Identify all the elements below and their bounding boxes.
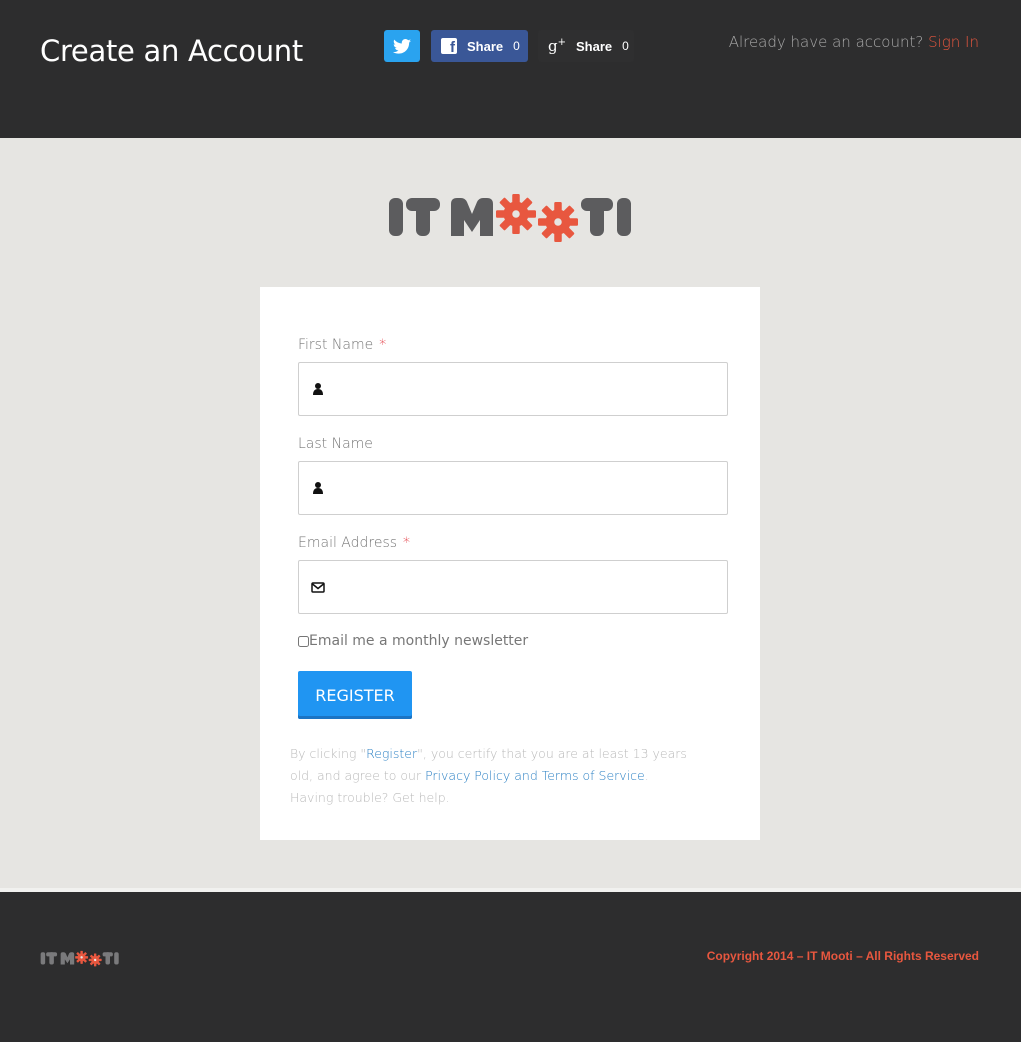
terms-disclaimer: By clicking "Register", you certify that… xyxy=(290,743,690,809)
newsletter-label: Email me a monthly newsletter xyxy=(309,633,529,649)
first-name-field[interactable] xyxy=(298,362,728,416)
facebook-share-count: 0 xyxy=(513,39,520,53)
first-name-label: First Name * xyxy=(298,337,386,353)
first-name-input[interactable] xyxy=(325,363,727,415)
page-footer: Copyright 2014 – IT Mooti – All Rights R… xyxy=(0,892,1021,1042)
newsletter-checkbox[interactable] xyxy=(298,635,309,647)
footer-logo xyxy=(40,950,119,967)
facebook-icon: f xyxy=(441,38,457,56)
google-plus-share-button[interactable]: g+ Share 0 xyxy=(538,30,634,62)
copyright-text: Copyright 2014 – IT Mooti – All Rights R… xyxy=(706,949,979,963)
google-plus-share-label: Share xyxy=(576,38,613,54)
registration-form: First Name * Last Name Email Address * Ema… xyxy=(260,287,760,840)
email-field[interactable] xyxy=(298,560,728,614)
it-mooti-logo xyxy=(389,194,631,242)
disclaimer-text-1: By clicking " xyxy=(290,746,367,761)
google-plus-share-count: 0 xyxy=(622,39,629,53)
user-icon xyxy=(313,482,323,494)
newsletter-option[interactable]: Email me a monthly newsletter xyxy=(298,633,528,649)
email-label-text: Email Address xyxy=(298,535,398,551)
required-mark: * xyxy=(379,337,387,353)
top-header: Create an Account f Share 0 g+ Share 0 A… xyxy=(0,0,1021,138)
last-name-label: Last Name xyxy=(298,436,373,452)
facebook-share-button[interactable]: f Share 0 xyxy=(431,30,528,62)
google-plus-icon: g+ xyxy=(548,37,566,55)
last-name-label-text: Last Name xyxy=(298,436,373,452)
email-input[interactable] xyxy=(325,561,727,613)
last-name-field[interactable] xyxy=(298,461,728,515)
register-button[interactable]: REGISTER xyxy=(298,671,412,719)
envelope-icon xyxy=(311,582,325,593)
page-title: Create an Account xyxy=(40,34,303,68)
signin-prompt: Already have an account? Sign In xyxy=(729,33,979,51)
facebook-share-label: Share xyxy=(467,38,504,54)
twitter-icon xyxy=(393,38,411,54)
signin-prompt-text: Already have an account? xyxy=(728,33,924,51)
twitter-share-button[interactable] xyxy=(384,30,420,62)
required-mark: * xyxy=(403,535,411,551)
last-name-input[interactable] xyxy=(325,462,727,514)
email-label: Email Address * xyxy=(298,535,410,551)
first-name-label-text: First Name xyxy=(298,337,374,353)
privacy-policy-link[interactable]: Privacy Policy and Terms of Service xyxy=(425,768,645,783)
register-link[interactable]: Register xyxy=(366,746,417,761)
signin-link[interactable]: Sign In xyxy=(928,33,979,51)
user-icon xyxy=(313,383,323,395)
